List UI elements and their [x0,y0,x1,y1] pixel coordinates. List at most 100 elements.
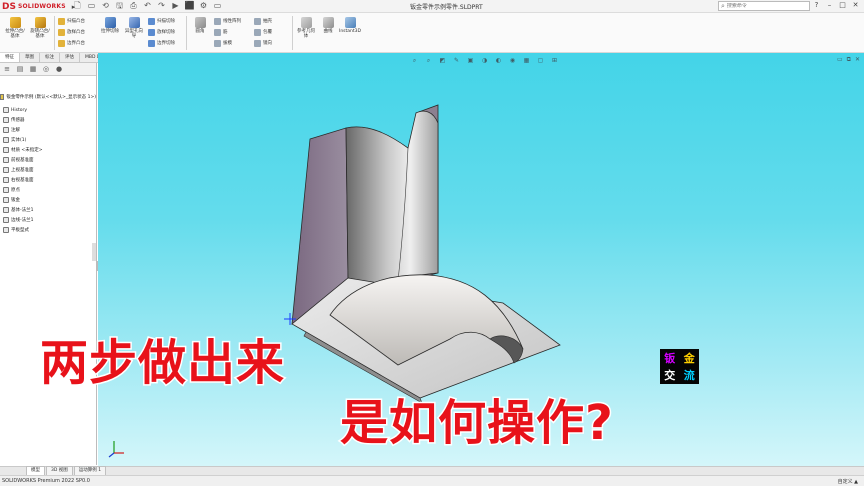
wrap-button[interactable]: 包覆 [254,28,272,36]
options-gear-icon[interactable]: ⚙ [198,1,209,11]
mirror-button[interactable]: 镜向 [254,39,272,47]
dimxpert-tab-icon[interactable]: ◎ [41,65,51,74]
instant3d-icon [344,17,356,28]
rebuild-icon[interactable]: ⟲ [100,1,111,11]
tree-item[interactable]: 注解 [0,125,96,135]
new-document-icon[interactable]: 🗋 [72,1,83,11]
instant3d-button[interactable]: Instant3D [339,17,361,34]
tree-item[interactable]: 右视基准面 [0,175,96,185]
extruded-boss-icon [9,17,21,28]
ds-logo-mark: DS [2,1,16,12]
ribbon-separator [186,16,187,50]
property-manager-tab-icon[interactable]: ▤ [15,65,25,74]
lofted-boss-icon [58,28,65,36]
flat-pattern-icon [3,227,9,233]
boundary-cut-icon [148,39,155,47]
revolved-boss-button[interactable]: 旋转凸台/基体 [30,17,50,39]
tree-item[interactable]: 前视基准面 [0,155,96,165]
sensors-icon [3,117,9,123]
ribbon-separator [292,16,293,50]
lofted-cut-button[interactable]: 放样切除 [148,28,175,36]
title-bar: DS SOLIDWORKS ▸ 🗋 ▭ ⟲ 🖫 ⎙ ↶ ↷ ▶ ⬛ ⚙ ▭ 钣金… [0,0,864,13]
linear-pattern-icon [214,17,221,25]
extruded-boss-button[interactable]: 拉伸凸台/基体 [4,17,26,39]
status-bar: SOLIDWORKS Premium 2022 SP0.0 自定义 ▲ [0,475,864,486]
annotations-icon [3,127,9,133]
extruded-cut-icon [104,17,116,28]
tree-item[interactable]: 基体-法兰1 [0,205,96,215]
curves-button[interactable]: 曲线 [318,17,338,34]
tree-item[interactable]: 上视基准面 [0,165,96,175]
reference-geometry-icon [300,17,312,28]
status-product-text: SOLIDWORKS Premium 2022 SP0.0 [2,478,90,484]
tab-features[interactable]: 特征 [0,53,20,62]
swept-cut-button[interactable]: 扫描切除 [148,17,175,25]
plane-icon [3,167,9,173]
tree-item[interactable]: 钣金 [0,195,96,205]
tab-markup[interactable]: 标注 [40,53,60,62]
swept-boss-icon [58,17,65,25]
tree-item[interactable]: 实体(1) [0,135,96,145]
plane-icon [3,157,9,163]
hole-wizard-icon [128,17,140,28]
feature-tree: History 传感器 注解 实体(1) 材质 <未指定> 前视基准面 上视基准… [0,102,96,235]
revolved-boss-icon [34,17,46,28]
tab-sketch[interactable]: 草图 [20,53,40,62]
panel-scrollbar[interactable] [92,243,96,261]
tree-item[interactable]: 原点 [0,185,96,195]
save-icon[interactable]: 🖫 [114,1,125,11]
swept-boss-button[interactable]: 扫描凸台 [58,17,85,25]
undo-icon[interactable]: ↶ [142,1,153,11]
command-manager-ribbon: 拉伸凸台/基体 旋转凸台/基体 扫描凸台 放样凸台 边界凸台 拉伸切除 异型孔向… [0,13,864,53]
search-icon: ⌕ [721,1,725,10]
lofted-boss-button[interactable]: 放样凸台 [58,28,85,36]
reference-geometry-button[interactable]: 参考几何体 [296,17,316,39]
select-icon[interactable]: ▶ [170,1,181,11]
window-layout-icon[interactable]: ▭ [212,1,223,11]
draft-button[interactable]: 拔模 [214,39,232,47]
sheet-metal-icon [3,197,9,203]
status-customize-button[interactable]: 自定义 ▲ [838,478,858,485]
model-root-node[interactable]: 钣金零件示例 (默认<<默认>_显示状态 1>) [0,92,96,102]
minimize-button[interactable]: – [825,1,834,9]
display-manager-tab-icon[interactable]: ● [54,65,64,74]
help-icon[interactable]: ? [812,1,821,9]
configuration-manager-tab-icon[interactable]: ▦ [28,65,38,74]
material-icon [3,147,9,153]
solid-bodies-icon [3,137,9,143]
swept-cut-icon [148,17,155,25]
tree-item[interactable]: 平板型式 [0,225,96,235]
hole-wizard-button[interactable]: 异型孔向导 [124,17,144,39]
document-title: 钣金零件示例零件.SLDPRT [410,4,483,11]
history-icon [3,107,9,113]
tree-item[interactable]: 边线-法兰1 [0,215,96,225]
redo-icon[interactable]: ↷ [156,1,167,11]
search-input[interactable] [726,3,797,9]
tree-item[interactable]: History [0,105,96,115]
quick-access-toolbar: 🗋 ▭ ⟲ 🖫 ⎙ ↶ ↷ ▶ ⬛ ⚙ ▭ [72,1,223,11]
close-button[interactable]: ✕ [851,1,860,9]
tree-item[interactable]: 材质 <未指定> [0,145,96,155]
solidworks-wordmark: SOLIDWORKS [17,3,66,10]
rebuild-traffic-icon[interactable]: ⬛ [184,1,195,11]
boundary-boss-icon [58,39,65,47]
feature-manager-panel: ≡ ▤ ▦ ◎ ● 钣金零件示例 (默认<<默认>_显示状态 1>) Histo… [0,63,99,465]
fillet-button[interactable]: 圆角 [190,17,210,34]
rib-button[interactable]: 筋 [214,28,228,36]
search-commands-box[interactable]: ⌕ [718,1,810,11]
boundary-cut-button[interactable]: 边界切除 [148,39,175,47]
open-document-icon[interactable]: ▭ [86,1,97,11]
tree-item[interactable]: 传感器 [0,115,96,125]
maximize-button[interactable]: □ [838,1,847,9]
print-icon[interactable]: ⎙ [128,1,139,11]
linear-pattern-button[interactable]: 线性阵列 [214,17,241,25]
edge-flange-icon [3,217,9,223]
solidworks-logo[interactable]: DS SOLIDWORKS ▸ [2,1,75,12]
part-icon [0,94,5,100]
boundary-boss-button[interactable]: 边界凸台 [58,39,85,47]
shell-button[interactable]: 抽壳 [254,17,272,25]
feature-manager-tab-icon[interactable]: ≡ [2,65,12,74]
window-controls: ? – □ ✕ [812,1,860,9]
tab-evaluate[interactable]: 评估 [60,53,80,62]
extruded-cut-button[interactable]: 拉伸切除 [100,17,120,34]
